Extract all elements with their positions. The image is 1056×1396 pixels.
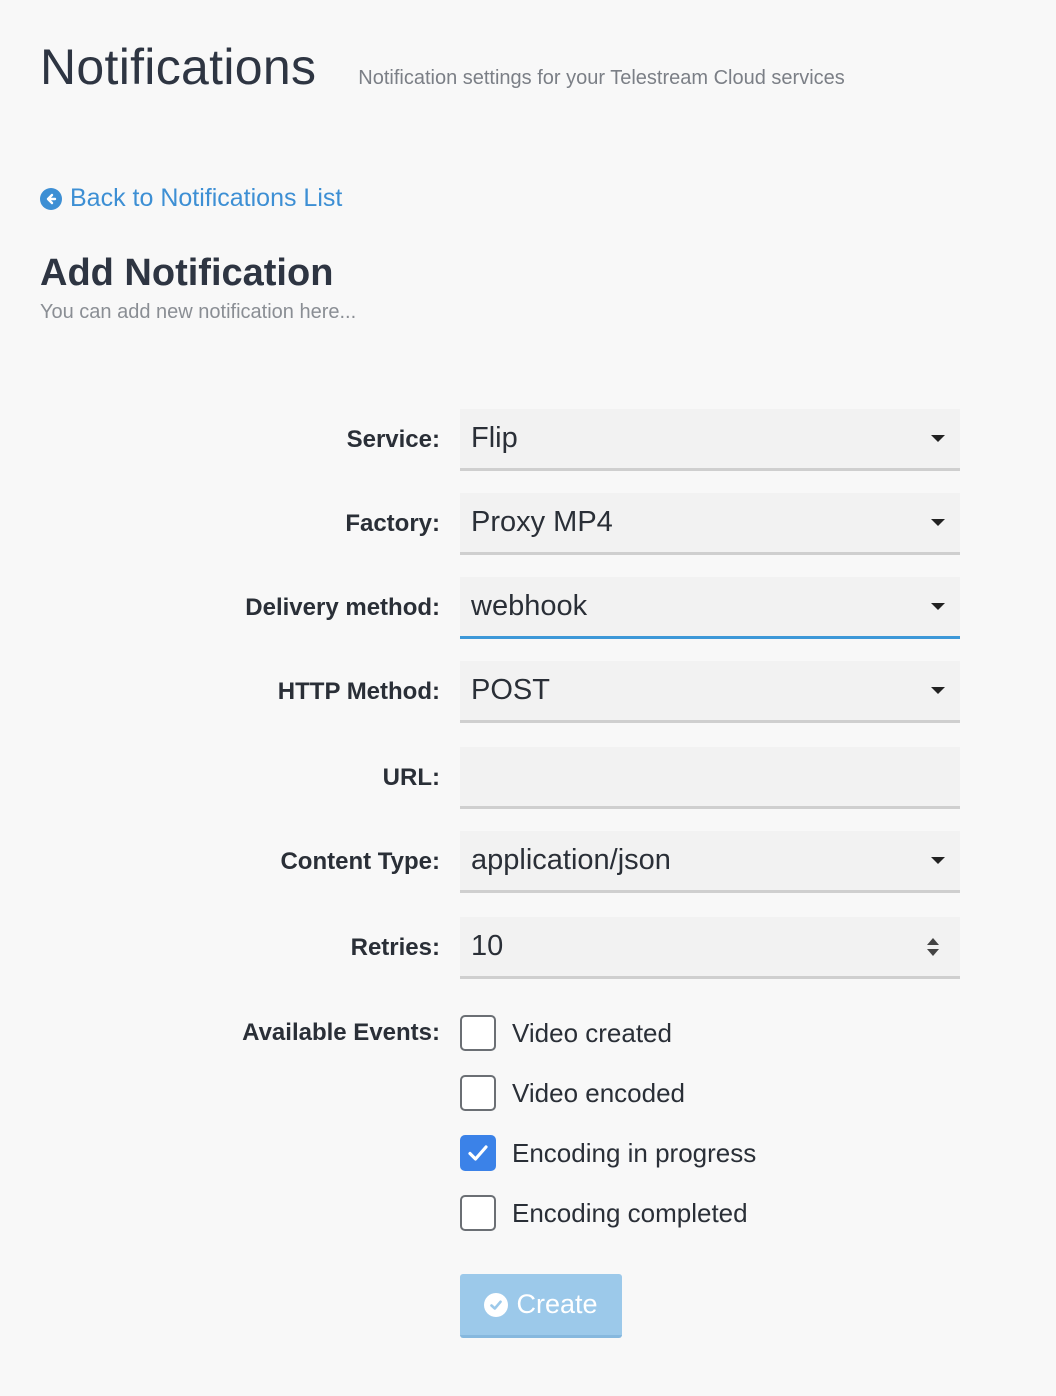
section-subtitle: You can add new notification here... [40, 301, 357, 323]
chevron-down-icon [931, 857, 945, 864]
check-circle-icon [484, 1292, 509, 1317]
retries-value: 10 [471, 930, 504, 962]
http-method-value: POST [471, 674, 550, 706]
service-row: Service: Flip [0, 409, 1056, 471]
create-button[interactable]: Create [460, 1274, 622, 1338]
delivery-method-value: webhook [471, 590, 588, 622]
page-subtitle: Notification settings for your Telestrea… [358, 67, 845, 89]
spinner-down-icon[interactable] [927, 949, 939, 956]
url-input[interactable] [460, 747, 960, 809]
section-title: Add Notification [40, 252, 334, 294]
arrow-circle-left-icon [40, 187, 62, 210]
spinner-up-icon[interactable] [927, 938, 939, 945]
event-label: Video created [512, 1017, 672, 1048]
retries-row: Retries: 10 [0, 917, 1056, 979]
http-method-row: HTTP Method: POST [0, 661, 1056, 723]
http-method-select[interactable]: POST [460, 661, 960, 723]
event-checkbox[interactable] [460, 1075, 496, 1111]
event-encoding-completed[interactable]: Encoding completed [460, 1194, 748, 1232]
event-checkbox[interactable] [460, 1135, 496, 1171]
delivery-method-select[interactable]: webhook [460, 577, 960, 639]
chevron-down-icon [931, 435, 945, 442]
chevron-down-icon [931, 687, 945, 694]
factory-select[interactable]: Proxy MP4 [460, 493, 960, 555]
event-label: Video encoded [512, 1077, 686, 1108]
factory-row: Factory: Proxy MP4 [0, 493, 1056, 555]
url-row: URL: [0, 747, 1056, 809]
event-checkbox[interactable] [460, 1195, 496, 1231]
event-video-encoded[interactable]: Video encoded [460, 1074, 685, 1112]
http-method-label: HTTP Method: [277, 678, 440, 705]
factory-label: Factory: [345, 510, 440, 537]
chevron-down-icon [931, 603, 945, 610]
service-select[interactable]: Flip [460, 409, 960, 471]
delivery-method-row: Delivery method: webhook [0, 577, 1056, 639]
delivery-method-label: Delivery method: [245, 594, 440, 621]
factory-value: Proxy MP4 [471, 506, 613, 538]
content-type-select[interactable]: application/json [460, 831, 960, 893]
service-value: Flip [471, 422, 518, 454]
event-label: Encoding completed [512, 1197, 748, 1228]
page-header: Notifications Notification settings for … [40, 38, 845, 96]
event-video-created[interactable]: Video created [460, 1014, 672, 1052]
event-checkbox[interactable] [460, 1015, 496, 1051]
content-type-row: Content Type: application/json [0, 831, 1056, 893]
event-label: Encoding in progress [512, 1137, 757, 1168]
checkmark-icon [468, 1145, 488, 1161]
url-label: URL: [382, 764, 440, 791]
event-encoding-in-progress[interactable]: Encoding in progress [460, 1134, 756, 1172]
back-to-notifications-link[interactable]: Back to Notifications List [40, 184, 342, 213]
service-label: Service: [346, 426, 440, 453]
retries-input[interactable]: 10 [460, 917, 960, 979]
content-type-label: Content Type: [280, 848, 440, 875]
retries-label: Retries: [350, 934, 440, 961]
content-type-value: application/json [471, 844, 671, 876]
number-spinner[interactable] [920, 932, 946, 962]
create-button-label: Create [516, 1289, 598, 1319]
back-link-label: Back to Notifications List [70, 184, 343, 212]
page-title: Notifications [40, 39, 317, 95]
chevron-down-icon [931, 519, 945, 526]
available-events-label: Available Events: [242, 1019, 440, 1046]
